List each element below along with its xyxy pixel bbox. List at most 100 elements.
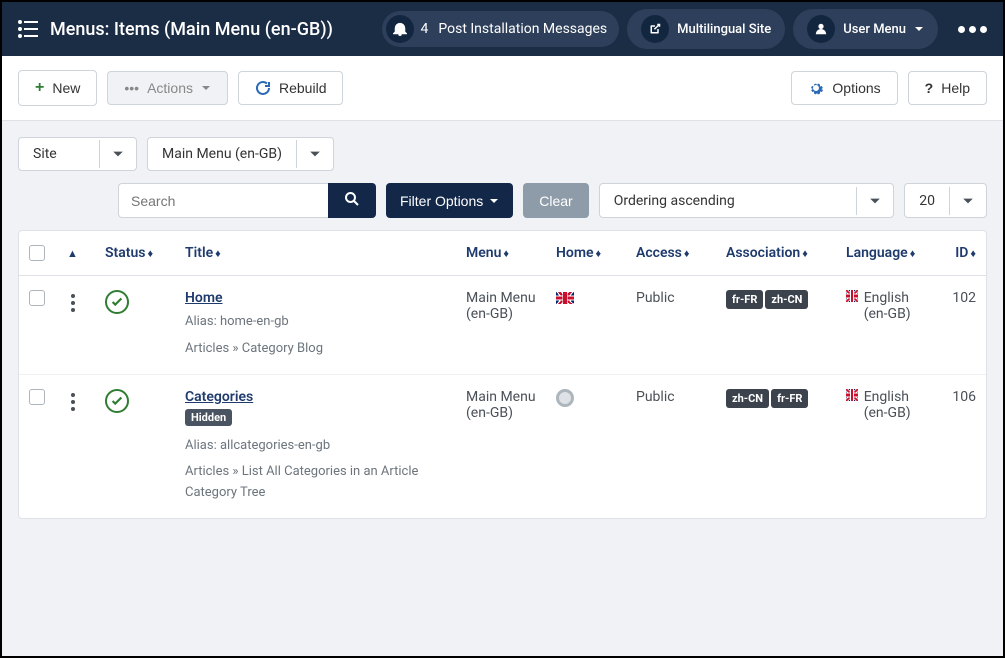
col-status[interactable]: Status♦ <box>95 231 175 276</box>
user-menu-label: User Menu <box>843 22 906 37</box>
actions-button[interactable]: ••• Actions <box>107 71 228 105</box>
ordering-select[interactable]: Ordering ascending <box>599 183 895 218</box>
options-button[interactable]: Options <box>791 71 897 105</box>
menu-cell: Main Menu (en-GB) <box>456 276 546 375</box>
notif-label: Post Installation Messages <box>438 21 607 37</box>
sort-icon: ♦ <box>503 247 509 260</box>
user-icon <box>807 15 835 43</box>
menu-list-icon <box>18 20 38 38</box>
menu-select[interactable]: Main Menu (en-GB) <box>147 137 334 171</box>
bell-icon <box>386 15 414 43</box>
table-row: Categories Hidden Alias: allcategories-en-… <box>19 374 986 518</box>
col-menu[interactable]: Menu♦ <box>456 231 546 276</box>
language-cell: English (en-GB) <box>836 276 936 375</box>
home-cell <box>546 374 626 518</box>
more-menu[interactable] <box>958 26 987 33</box>
gear-icon <box>808 80 824 96</box>
plus-icon: + <box>35 79 44 97</box>
sort-icon: ♦ <box>684 247 690 260</box>
row-checkbox[interactable] <box>29 290 45 306</box>
notifications-pill[interactable]: 4 Post Installation Messages <box>382 11 619 47</box>
association-badge[interactable]: fr-FR <box>726 290 763 309</box>
search-icon <box>344 191 360 207</box>
row-actions-menu[interactable] <box>67 290 85 316</box>
uk-flag-icon[interactable] <box>556 292 574 304</box>
col-ordering[interactable]: ▲ <box>57 231 95 276</box>
association-badge[interactable]: fr-FR <box>771 389 808 408</box>
item-alias: Alias: home-en-gb <box>185 312 446 333</box>
chevron-down-icon <box>949 187 986 215</box>
home-radio[interactable] <box>556 389 574 407</box>
item-title-link[interactable]: Home <box>185 290 223 306</box>
item-path: Articles » Category Blog <box>185 339 446 360</box>
sort-icon: ♦ <box>910 247 916 260</box>
chevron-down-icon <box>856 187 893 215</box>
items-table: ▲ Status♦ Title♦ Menu♦ Home♦ Access♦ Ass… <box>18 230 987 519</box>
select-all-checkbox[interactable] <box>29 245 45 261</box>
content: Site Main Menu (en-GB) Filter Options Cl… <box>2 121 1003 535</box>
sort-icon: ♦ <box>970 247 976 260</box>
refresh-icon <box>255 80 271 96</box>
header-actions: 4 Post Installation Messages Multilingua… <box>382 9 987 49</box>
col-id[interactable]: ID♦ <box>936 231 986 276</box>
col-home[interactable]: Home♦ <box>546 231 626 276</box>
status-published-icon[interactable] <box>105 389 129 413</box>
filter-selects: Site Main Menu (en-GB) <box>18 137 987 171</box>
uk-flag-icon <box>846 290 858 302</box>
sort-icon: ♦ <box>147 247 153 260</box>
site-select[interactable]: Site <box>18 137 137 171</box>
id-cell: 106 <box>936 374 986 518</box>
association-cell: zh-CNfr-FR <box>716 374 836 518</box>
filter-options-button[interactable]: Filter Options <box>386 183 513 218</box>
help-button[interactable]: ? Help <box>908 71 987 105</box>
dots-icon: ••• <box>124 80 139 96</box>
association-badge[interactable]: zh-CN <box>765 290 808 309</box>
col-language[interactable]: Language♦ <box>836 231 936 276</box>
user-menu-pill[interactable]: User Menu <box>793 9 938 49</box>
table-row: Home Alias: home-en-gb Articles » Category… <box>19 276 986 375</box>
new-button[interactable]: + New <box>18 70 97 106</box>
caret-up-icon: ▲ <box>67 247 78 260</box>
search-input[interactable] <box>118 183 328 218</box>
chevron-down-icon <box>296 140 333 168</box>
access-cell: Public <box>626 374 716 518</box>
chevron-down-icon <box>489 196 499 206</box>
search-group <box>118 183 376 218</box>
limit-select[interactable]: 20 <box>904 183 987 218</box>
chevron-down-icon <box>99 140 136 168</box>
clear-button[interactable]: Clear <box>523 183 588 218</box>
menu-cell: Main Menu (en-GB) <box>456 374 546 518</box>
hidden-badge: Hidden <box>185 409 232 426</box>
external-link-icon <box>641 15 669 43</box>
id-cell: 102 <box>936 276 986 375</box>
rebuild-button[interactable]: Rebuild <box>238 71 343 105</box>
language-cell: English (en-GB) <box>836 374 936 518</box>
question-icon: ? <box>925 80 934 96</box>
association-cell: fr-FRzh-CN <box>716 276 836 375</box>
chevron-down-icon <box>201 83 211 93</box>
col-access[interactable]: Access♦ <box>626 231 716 276</box>
item-title-link[interactable]: Categories <box>185 389 253 405</box>
row-actions-menu[interactable] <box>67 389 85 415</box>
page-title: Menus: Items (Main Menu (en-GB)) <box>50 19 333 40</box>
search-button[interactable] <box>328 183 376 218</box>
association-badge[interactable]: zh-CN <box>726 389 769 408</box>
home-cell <box>546 276 626 375</box>
notif-count: 4 <box>420 21 428 37</box>
item-path: Articles » List All Categories in an Art… <box>185 462 446 504</box>
toolbar: + New ••• Actions Rebuild Options ? Help <box>2 56 1003 121</box>
sort-icon: ♦ <box>802 247 808 260</box>
status-published-icon[interactable] <box>105 290 129 314</box>
header: Menus: Items (Main Menu (en-GB)) 4 Post … <box>2 2 1003 56</box>
header-title-group: Menus: Items (Main Menu (en-GB)) <box>18 19 382 40</box>
access-cell: Public <box>626 276 716 375</box>
sort-icon: ♦ <box>215 247 221 260</box>
item-alias: Alias: allcategories-en-gb <box>185 436 446 457</box>
col-association[interactable]: Association♦ <box>716 231 836 276</box>
multilingual-label: Multilingual Site <box>677 22 771 37</box>
multilingual-pill[interactable]: Multilingual Site <box>627 9 785 49</box>
col-title[interactable]: Title♦ <box>175 231 456 276</box>
uk-flag-icon <box>846 389 858 401</box>
row-checkbox[interactable] <box>29 389 45 405</box>
chevron-down-icon <box>914 24 924 34</box>
